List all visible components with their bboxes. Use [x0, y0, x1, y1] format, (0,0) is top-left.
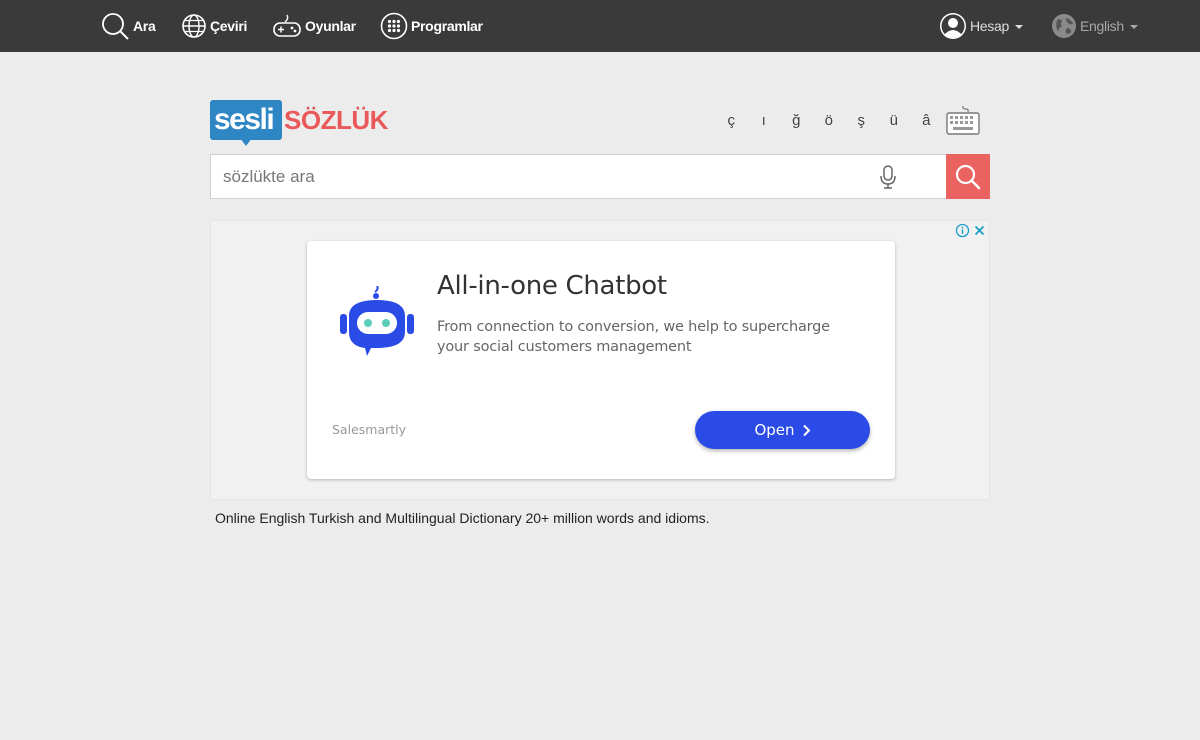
ad-title: All-in-one Chatbot	[437, 271, 667, 301]
site-tagline: Online English Turkish and Multilingual …	[215, 510, 710, 526]
char-button[interactable]: ü	[878, 112, 911, 129]
ad-open-button[interactable]: Open	[695, 411, 870, 449]
search-bar	[210, 154, 990, 199]
microphone-icon	[880, 165, 896, 189]
world-icon	[1052, 14, 1076, 38]
language-label: English	[1080, 18, 1124, 34]
char-button[interactable]: ö	[813, 112, 846, 129]
char-button[interactable]: â	[910, 112, 943, 129]
nav-games-label: Oyunlar	[305, 18, 356, 34]
globe-icon	[182, 14, 206, 38]
ad-close-icon[interactable]	[972, 223, 987, 238]
chevron-down-icon	[1129, 25, 1138, 29]
nav-programs[interactable]: Programlar	[380, 0, 483, 52]
search-icon	[955, 164, 981, 189]
char-button[interactable]: ç	[715, 112, 748, 129]
virtual-keyboard-button[interactable]	[946, 104, 980, 141]
user-icon	[940, 13, 966, 39]
voice-search-button[interactable]	[878, 164, 898, 195]
search-icon	[102, 12, 129, 40]
advertisement: All-in-one Chatbot From connection to co…	[210, 220, 990, 500]
search-button[interactable]	[946, 154, 990, 199]
ad-brand: Salesmartly	[332, 422, 407, 437]
logo-text-sesli: sesli	[214, 103, 275, 136]
ad-card[interactable]: All-in-one Chatbot From connection to co…	[307, 241, 895, 479]
nav-games[interactable]: Oyunlar	[272, 0, 356, 52]
robot-icon	[340, 285, 414, 356]
special-characters: ç ı ğ ö ş ü â	[715, 112, 943, 129]
account-menu[interactable]: Hesap	[939, 0, 1023, 52]
ad-open-label: Open	[754, 421, 795, 439]
nav-search-label: Ara	[133, 18, 156, 34]
nav-translate[interactable]: Çeviri	[181, 0, 247, 52]
chevron-right-icon	[802, 424, 810, 436]
ad-description: From connection to conversion, we help t…	[437, 319, 830, 355]
language-menu[interactable]: English	[1051, 0, 1138, 52]
top-nav-bar: Ara Çeviri Oyunlar Programlar Hesap Engl…	[0, 0, 1200, 52]
chevron-down-icon	[1014, 25, 1023, 29]
account-label: Hesap	[970, 18, 1009, 34]
chatbot-logo	[335, 285, 419, 367]
search-input[interactable]	[210, 154, 947, 199]
site-logo[interactable]: sesli SÖZLÜK	[210, 100, 388, 148]
keyboard-icon	[946, 105, 980, 135]
ad-controls	[955, 223, 987, 238]
nav-search[interactable]: Ara	[101, 0, 156, 52]
char-button[interactable]: ğ	[780, 112, 813, 129]
char-button[interactable]: ı	[748, 112, 781, 129]
apps-grid-icon	[380, 12, 408, 40]
logo-text-sozluk: SÖZLÜK	[284, 105, 388, 135]
nav-translate-label: Çeviri	[210, 18, 248, 34]
gamepad-icon	[273, 14, 301, 37]
ad-info-icon[interactable]	[955, 223, 970, 238]
char-button[interactable]: ş	[845, 112, 878, 129]
nav-programs-label: Programlar	[411, 18, 483, 34]
